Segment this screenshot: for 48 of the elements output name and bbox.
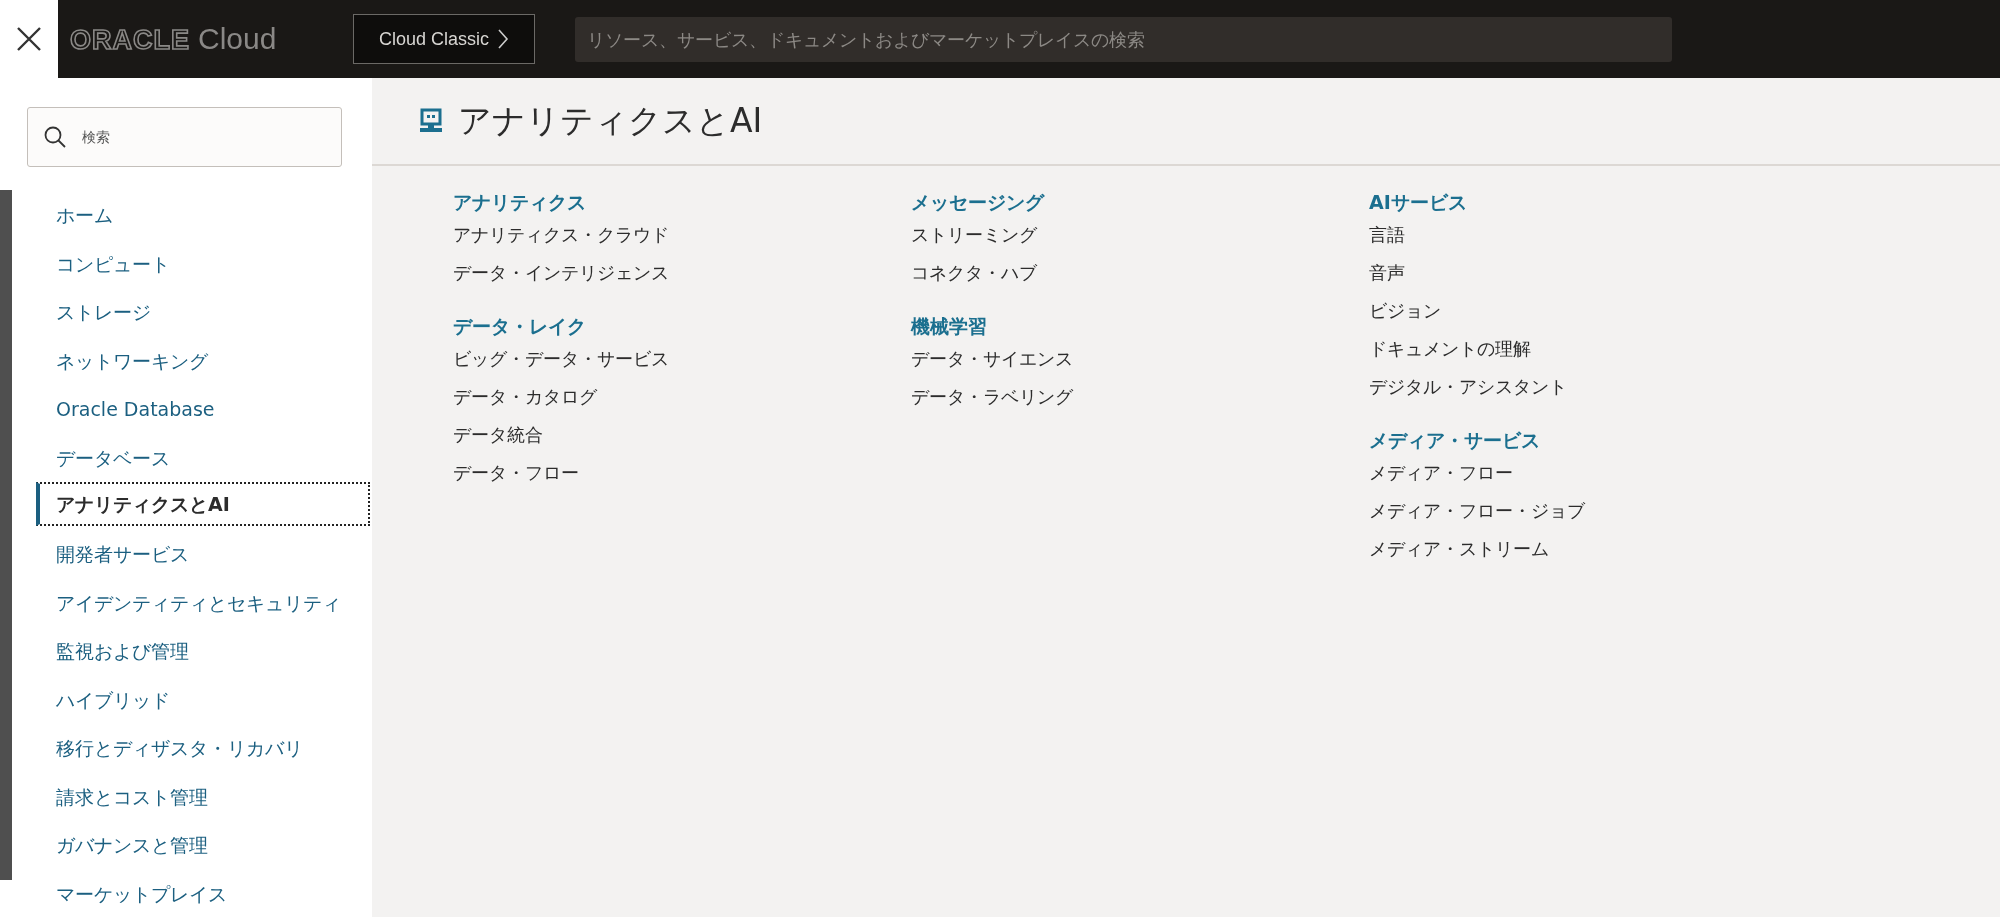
sidebar-item[interactable]: 請求とコスト管理 [36, 770, 370, 819]
robot-icon [418, 108, 444, 134]
section-heading: AIサービス [1369, 190, 1468, 215]
service-link[interactable]: ドキュメントの理解 [1369, 330, 1827, 368]
page-title: アナリティクスとAI [458, 99, 763, 142]
section-heading: メディア・サービス [1369, 428, 1541, 453]
close-icon [16, 26, 42, 52]
service-link[interactable]: 音声 [1369, 254, 1827, 292]
sidebar-item[interactable]: Oracle Database [36, 383, 370, 432]
section-heading: データ・レイク [453, 314, 587, 339]
section-heading: アナリティクス [453, 190, 587, 215]
sidebar-item[interactable]: ネットワーキング [36, 334, 370, 383]
service-link[interactable]: ビッグ・データ・サービス [453, 340, 911, 378]
service-link[interactable]: メディア・ストリーム [1369, 530, 1827, 568]
section-heading: 機械学習 [911, 314, 988, 339]
service-link[interactable]: ストリーミング [911, 216, 1369, 254]
sidebar-item[interactable]: アイデンティティとセキュリティ [36, 576, 370, 625]
sidebar-item[interactable]: ストレージ [36, 286, 370, 335]
sidebar-item[interactable]: マーケットプレイス [36, 867, 370, 916]
sidebar-item[interactable]: 開発者サービス [36, 528, 370, 577]
sidebar-item[interactable]: ガバナンスと管理 [36, 819, 370, 868]
service-link[interactable]: ビジョン [1369, 292, 1827, 330]
service-link[interactable]: データ・ラベリング [911, 378, 1369, 416]
service-link[interactable]: データ・サイエンス [911, 340, 1369, 378]
service-link[interactable]: 言語 [1369, 216, 1827, 254]
sidebar-item[interactable]: コンピュート [36, 237, 370, 286]
chevron-right-icon [497, 28, 509, 50]
service-link[interactable]: データ・インテリジェンス [453, 254, 911, 292]
sidebar-item[interactable]: ホーム [36, 189, 370, 238]
sidebar-item[interactable]: 移行とディザスタ・リカバリ [36, 722, 370, 771]
service-link[interactable]: メディア・フロー・ジョブ [1369, 492, 1827, 530]
sidebar-item[interactable]: 監視および管理 [36, 625, 370, 674]
logo-wordmark[interactable]: ORACLE [70, 25, 190, 56]
service-link[interactable]: デジタル・アシスタント [1369, 368, 1827, 406]
logo-product-name: Cloud [198, 22, 277, 56]
service-link[interactable]: データ・カタログ [453, 378, 911, 416]
service-link[interactable]: アナリティクス・クラウド [453, 216, 911, 254]
service-link[interactable]: コネクタ・ハブ [911, 254, 1369, 292]
search-icon [43, 125, 67, 149]
service-link[interactable]: メディア・フロー [1369, 454, 1827, 492]
cloud-classic-button[interactable]: Cloud Classic [353, 14, 535, 64]
search-field[interactable]: 検索 [27, 107, 342, 167]
section-heading: メッセージング [911, 190, 1046, 215]
service-link[interactable]: データ・フロー [453, 454, 911, 492]
sidebar-item[interactable]: データベース [36, 431, 370, 480]
service-link[interactable]: データ統合 [453, 416, 911, 454]
sidebar-item[interactable]: ハイブリッド [36, 673, 370, 722]
search-field[interactable]: リソース、サービス、ドキュメントおよびマーケットプレイスの検索 [575, 16, 1672, 62]
